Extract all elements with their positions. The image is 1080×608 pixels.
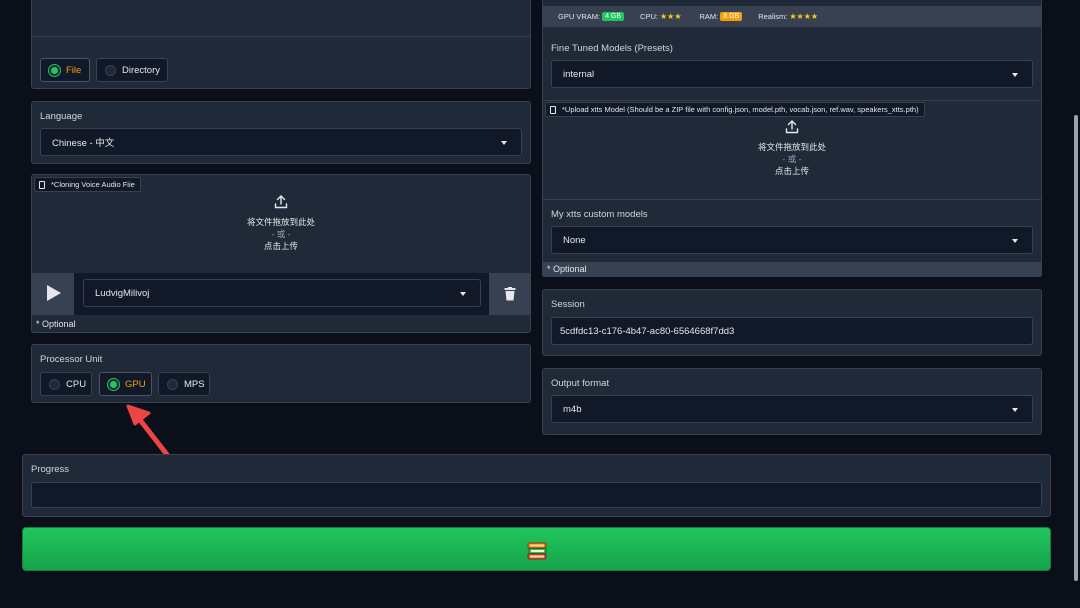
cpu-label: CPU: xyxy=(640,12,658,21)
radio-dot xyxy=(49,64,60,76)
radio-gpu[interactable]: GPU xyxy=(99,372,152,396)
drop-text: 将文件拖放到此处 xyxy=(246,217,315,227)
delete-button[interactable] xyxy=(489,273,530,315)
upload-icon xyxy=(274,195,288,209)
radio-mps-label: MPS xyxy=(184,378,205,390)
radio-directory[interactable]: Directory xyxy=(96,58,168,82)
file-icon xyxy=(550,105,556,114)
upper-input-area[interactable] xyxy=(32,0,530,37)
chevron-down-icon xyxy=(501,141,507,145)
session-value: 5cdfdc13-c176-4b47-ac80-6564668f7dd3 xyxy=(560,325,735,337)
scrollbar-thumb[interactable] xyxy=(1074,115,1078,581)
realism-stars: ★★★★ xyxy=(789,12,819,21)
cloning-voice-dropzone[interactable]: 将文件拖放到此处 - 或 - 点击上传 xyxy=(32,193,530,273)
output-format-panel: Output format m4b xyxy=(542,368,1042,435)
xtts-file-text: *Upload xtts Model (Should be a ZIP file… xyxy=(562,105,919,114)
ram-badge: 8 GB xyxy=(720,12,743,21)
chevron-down-icon xyxy=(1012,408,1018,412)
output-format-dropdown[interactable]: m4b xyxy=(551,395,1033,423)
input-mode-panel: File Directory xyxy=(31,0,531,89)
convert-button[interactable] xyxy=(22,527,1051,571)
xtts-file-label: *Upload xtts Model (Should be a ZIP file… xyxy=(545,102,925,117)
radio-dot xyxy=(108,378,119,390)
specs-bar: GPU VRAM: 4 GB CPU: ★★★ RAM: 8 GB Realis… xyxy=(543,6,1041,27)
books-icon xyxy=(527,542,547,560)
progress-panel: Progress xyxy=(22,454,1051,517)
custom-models-section: My xtts custom models None xyxy=(543,199,1041,262)
session-panel: Session 5cdfdc13-c176-4b47-ac80-6564668f… xyxy=(542,289,1042,356)
chevron-down-icon xyxy=(1012,73,1018,77)
processor-panel: Processor Unit CPU GPU MPS xyxy=(31,344,531,403)
radio-mps[interactable]: MPS xyxy=(158,372,210,396)
radio-cpu-label: CPU xyxy=(66,378,87,390)
custom-models-value: None xyxy=(563,234,586,246)
radio-dot xyxy=(167,378,178,390)
gpu-vram-label: GPU VRAM: xyxy=(558,12,601,21)
upload-icon xyxy=(785,120,799,134)
or-text: - 或 - xyxy=(271,229,291,239)
output-format-label: Output format xyxy=(551,378,610,389)
chevron-down-icon xyxy=(460,292,466,296)
or-text: - 或 - xyxy=(782,154,802,164)
session-label: Session xyxy=(551,299,585,310)
model-panel: GPU VRAM: 4 GB CPU: ★★★ RAM: 8 GB Realis… xyxy=(542,0,1042,277)
radio-gpu-label: GPU xyxy=(125,378,146,390)
cloning-voice-file-label: *Cloning Voice Audio Fiie xyxy=(34,177,141,192)
cloning-voice-optional: * Optional xyxy=(36,319,76,329)
language-label: Language xyxy=(40,111,83,122)
fine-tuned-dropdown[interactable]: internal xyxy=(551,60,1033,88)
cpu-stars: ★★★ xyxy=(659,12,682,21)
radio-file-label: File xyxy=(66,64,82,76)
play-icon xyxy=(47,285,61,301)
progress-label: Progress xyxy=(31,464,70,475)
custom-models-optional: * Optional xyxy=(547,264,587,274)
processor-label: Processor Unit xyxy=(40,354,103,365)
xtts-dropzone[interactable]: 将文件拖放到此处 - 或 - 点击上传 xyxy=(543,119,1041,197)
audio-row: LudvigMilivoj xyxy=(32,273,530,315)
ram-label: RAM: xyxy=(699,12,719,21)
cloning-voice-panel: *Cloning Voice Audio Fiie 将文件拖放到此处 - 或 -… xyxy=(31,174,531,333)
custom-models-dropdown[interactable]: None xyxy=(551,226,1033,254)
language-value: Chinese - 中文 xyxy=(52,138,115,149)
fine-tuned-label: Fine Tuned Models (Presets) xyxy=(551,43,673,54)
click-upload-text: 点击上传 xyxy=(774,166,809,176)
file-icon xyxy=(39,180,45,189)
radio-cpu[interactable]: CPU xyxy=(40,372,92,396)
voice-value: LudvigMilivoj xyxy=(95,287,150,299)
custom-models-optional-bar: * Optional xyxy=(543,262,1041,277)
radio-dot xyxy=(105,64,116,76)
radio-directory-label: Directory xyxy=(122,64,161,76)
radio-file[interactable]: File xyxy=(40,58,90,82)
chevron-down-icon xyxy=(1012,239,1018,243)
output-format-value: m4b xyxy=(563,403,582,415)
custom-models-label: My xtts custom models xyxy=(551,209,648,220)
session-input[interactable]: 5cdfdc13-c176-4b47-ac80-6564668f7dd3 xyxy=(551,317,1033,345)
click-upload-text: 点击上传 xyxy=(263,241,298,251)
fine-tuned-value: internal xyxy=(563,68,595,80)
trash-icon xyxy=(504,287,516,301)
voice-dropdown[interactable]: LudvigMilivoj xyxy=(83,279,481,307)
xtts-upload-section: *Upload xtts Model (Should be a ZIP file… xyxy=(543,100,1041,199)
drop-text: 将文件拖放到此处 xyxy=(757,142,826,152)
language-panel: Language Chinese - 中文 xyxy=(31,101,531,164)
play-button[interactable] xyxy=(32,273,74,315)
language-dropdown[interactable]: Chinese - 中文 xyxy=(40,128,522,156)
progress-textbox[interactable] xyxy=(31,482,1042,508)
realism-label: Realism: xyxy=(758,12,788,21)
cloning-voice-file-text: *Cloning Voice Audio Fiie xyxy=(51,180,135,189)
radio-dot xyxy=(49,378,60,390)
gpu-vram-badge: 4 GB xyxy=(602,12,625,21)
